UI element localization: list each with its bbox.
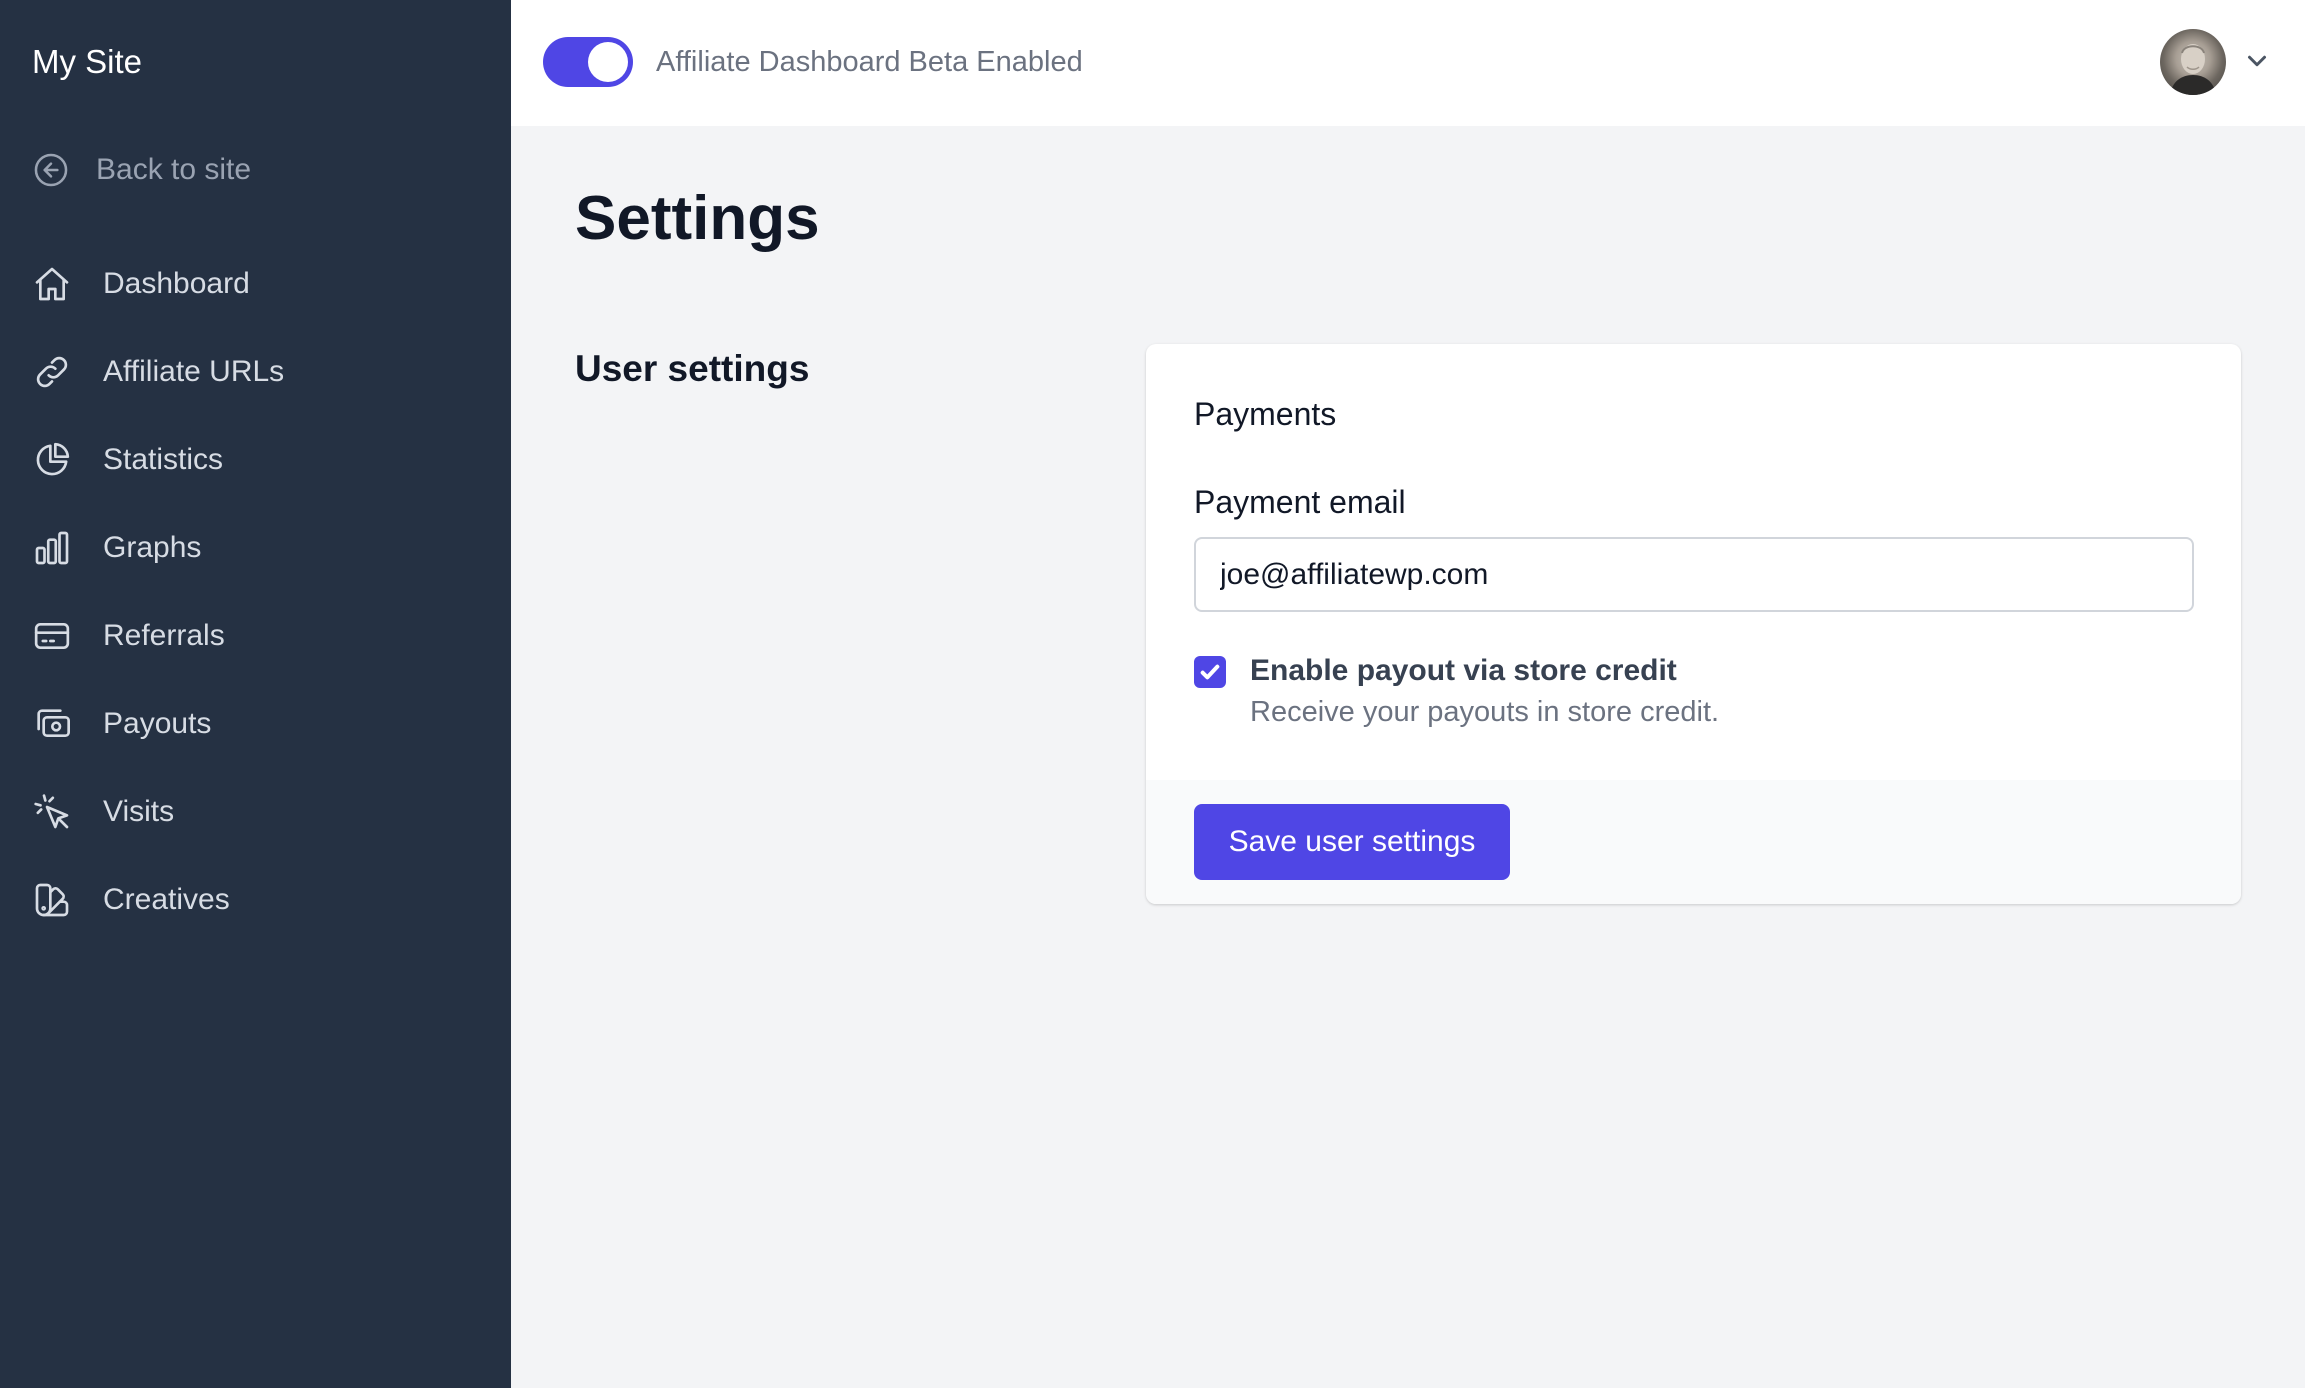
sidebar-item-creatives[interactable]: Creatives [32,878,284,922]
sidebar-item-affiliate-urls[interactable]: Affiliate URLs [32,350,284,394]
save-user-settings-button[interactable]: Save user settings [1194,804,1510,880]
back-to-site-label: Back to site [96,153,252,186]
beta-toggle[interactable] [543,37,633,87]
sidebar-item-label: Creatives [103,883,230,916]
sidebar-item-label: Graphs [103,531,202,564]
sidebar-item-statistics[interactable]: Statistics [32,438,284,482]
home-icon [35,267,69,301]
sidebar-item-dashboard[interactable]: Dashboard [32,262,284,306]
top-bar: Affiliate Dashboard Beta Enabled [511,0,2305,126]
sidebar-item-label: Payouts [103,707,212,740]
store-credit-help: Receive your payouts in store credit. [1250,696,1720,728]
store-credit-label[interactable]: Enable payout via store credit [1250,652,1677,690]
sidebar-item-graphs[interactable]: Graphs [32,526,284,570]
sidebar-item-payouts[interactable]: Payouts [32,702,284,746]
pie-chart-icon [36,442,70,476]
app-root: My Site Back to site Dashboard Affiliate… [0,0,2305,1388]
sidebar-item-referrals[interactable]: Referrals [32,614,284,658]
sidebar-item-label: Affiliate URLs [103,355,285,388]
sidebar-item-visits[interactable]: Visits [32,790,284,834]
color-swatch-icon [35,883,69,917]
bar-chart-icon [35,531,69,565]
arrow-left-circle-icon [34,153,68,187]
credit-card-icon [34,623,70,649]
cash-icon [37,709,70,737]
link-icon [36,356,68,388]
payments-card: Payments Payment email Enable payout via… [1146,344,2241,904]
chevron-down-icon[interactable] [2242,46,2272,76]
avatar-icon [2170,44,2216,95]
page-title: Settings [575,184,820,253]
beta-toggle-label: Affiliate Dashboard Beta Enabled [656,46,1083,78]
payment-email-label: Payment email [1194,484,1406,520]
sidebar-item-label: Referrals [103,619,225,652]
back-to-site-link[interactable]: Back to site [32,148,251,192]
checkmark-icon [1200,664,1220,680]
site-title: My Site [32,43,143,80]
sidebar: My Site Back to site Dashboard Affiliate… [0,0,511,1388]
sidebar-item-label: Dashboard [103,267,250,300]
sidebar-nav: Dashboard Affiliate URLs Statistics Grap… [32,262,284,966]
store-credit-checkbox[interactable] [1194,656,1226,688]
section-title: User settings [575,348,810,389]
payments-heading: Payments [1194,396,1337,432]
sidebar-item-label: Visits [103,795,175,828]
cursor-click-icon [34,794,69,829]
sidebar-item-label: Statistics [103,443,224,476]
toggle-knob [588,42,628,82]
user-avatar[interactable] [2160,29,2226,95]
payment-email-input[interactable] [1194,537,2194,612]
